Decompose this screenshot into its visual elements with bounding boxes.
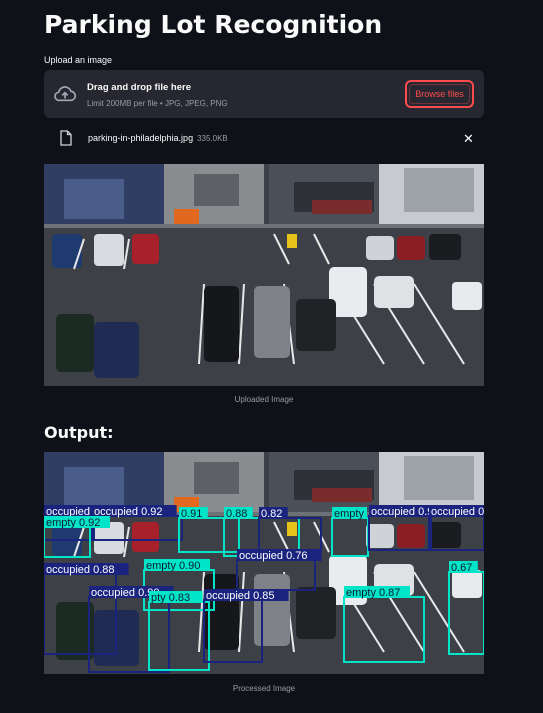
close-icon[interactable]: ✕ (463, 131, 474, 147)
output-heading: Output: (44, 423, 114, 442)
detection-label: empty 0.92 (46, 517, 100, 529)
detection-label: occupied 0.88 (46, 564, 115, 576)
cloud-upload-icon (54, 86, 76, 102)
detection-label: empty 0.87 (346, 587, 400, 599)
detection-label: 0.91 (181, 508, 202, 520)
browse-files-button[interactable]: Browse files (405, 80, 474, 108)
uploaded-image-caption: Uploaded Image (234, 395, 294, 404)
detection-label: occupied 0.85 (206, 590, 275, 602)
processed-image: occupied occupied 0.92 0.91 0.88 0.82 empty oc… (44, 452, 484, 674)
detection-label: 0.67 (451, 562, 472, 574)
file-size: 335.0KB (197, 134, 228, 143)
detection-label: pty 0.83 (151, 592, 190, 604)
processed-image-caption: Processed Image (232, 684, 296, 693)
detection-label: 0.88 (226, 508, 247, 520)
detection-label: occupied 0.86 (431, 506, 484, 518)
detection-label: occupied 0.76 (239, 550, 308, 562)
detection-label: 0.82 (261, 508, 282, 520)
detection-label: empty (334, 508, 364, 520)
uploaded-image (44, 164, 484, 386)
dropzone-limit-text: Limit 200MB per file • JPG, JPEG, PNG (87, 99, 228, 108)
file-name: parking-in-philadelphia.jpg 335.0KB (88, 133, 228, 143)
uploaded-file-row: parking-in-philadelphia.jpg 335.0KB ✕ (44, 128, 484, 150)
file-dropzone[interactable]: Drag and drop file here Limit 200MB per … (44, 70, 484, 118)
file-icon (60, 130, 72, 146)
upload-label: Upload an image (44, 55, 113, 65)
page-title: Parking Lot Recognition (44, 10, 383, 39)
detection-label: empty 0.90 (146, 560, 200, 572)
parking-lot-photo (44, 164, 484, 386)
processed-parking-photo: occupied occupied 0.92 0.91 0.88 0.82 empty oc… (44, 452, 484, 674)
dropzone-instructions: Drag and drop file here (87, 82, 191, 93)
